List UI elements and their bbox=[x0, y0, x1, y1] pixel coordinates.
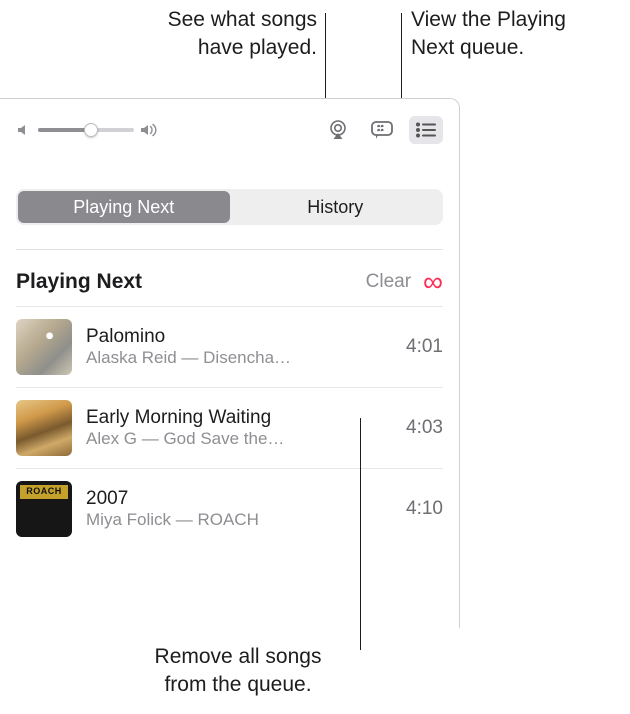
section-header: Playing Next Clear ∞ bbox=[0, 250, 459, 306]
track-duration: 4:10 bbox=[406, 498, 443, 520]
autoplay-infinity-button[interactable]: ∞ bbox=[423, 268, 443, 296]
toolbar bbox=[0, 99, 459, 161]
track-text: 2007Miya Folick — ROACH bbox=[86, 488, 392, 530]
callout-history-text: See what songshave played. bbox=[168, 8, 317, 59]
track-duration: 4:01 bbox=[406, 336, 443, 358]
track-subtitle: Alaska Reid — Disencha… bbox=[86, 348, 392, 368]
track-subtitle: Alex G — God Save the… bbox=[86, 429, 392, 449]
album-art bbox=[16, 481, 72, 537]
volume-high-icon bbox=[140, 122, 160, 138]
infinity-icon: ∞ bbox=[423, 266, 443, 297]
airplay-button[interactable] bbox=[321, 116, 355, 144]
callout-queue-button: View the PlayingNext queue. bbox=[411, 6, 621, 63]
volume-low-icon bbox=[16, 122, 32, 138]
track-row[interactable]: Early Morning WaitingAlex G — God Save t… bbox=[16, 387, 443, 468]
track-title: 2007 bbox=[86, 488, 392, 510]
airplay-icon bbox=[327, 120, 349, 140]
track-subtitle: Miya Folick — ROACH bbox=[86, 510, 392, 530]
clear-button[interactable]: Clear bbox=[366, 271, 411, 293]
tab-history-label: History bbox=[307, 197, 363, 218]
track-list: PalominoAlaska Reid — Disencha… 4:01 Early… bbox=[0, 306, 459, 549]
callout-clear: Remove all songsfrom the queue. bbox=[118, 643, 358, 700]
callout-clear-text: Remove all songsfrom the queue. bbox=[155, 645, 322, 696]
track-text: PalominoAlaska Reid — Disencha… bbox=[86, 326, 392, 368]
track-title: Early Morning Waiting bbox=[86, 407, 392, 429]
volume-thumb[interactable] bbox=[84, 123, 98, 137]
clear-label: Clear bbox=[366, 271, 411, 292]
tab-segmented-control: Playing Next History bbox=[16, 189, 443, 225]
volume-control[interactable] bbox=[16, 122, 160, 138]
queue-button[interactable] bbox=[409, 116, 443, 144]
album-art bbox=[16, 400, 72, 456]
queue-panel: Playing Next History Playing Next Clear … bbox=[0, 98, 460, 628]
track-row[interactable]: PalominoAlaska Reid — Disencha… 4:01 bbox=[16, 306, 443, 387]
lyrics-button[interactable] bbox=[365, 116, 399, 144]
track-title: Palomino bbox=[86, 326, 392, 348]
track-text: Early Morning WaitingAlex G — God Save t… bbox=[86, 407, 392, 449]
queue-icon bbox=[415, 122, 437, 138]
tab-playing-next-label: Playing Next bbox=[73, 197, 174, 218]
volume-slider[interactable] bbox=[38, 128, 134, 132]
callout-queue-text: View the PlayingNext queue. bbox=[411, 8, 566, 59]
section-title: Playing Next bbox=[16, 270, 366, 294]
track-row[interactable]: 2007Miya Folick — ROACH 4:10 bbox=[16, 468, 443, 549]
callout-history: See what songshave played. bbox=[97, 6, 317, 63]
album-art bbox=[16, 319, 72, 375]
track-duration: 4:03 bbox=[406, 417, 443, 439]
tab-playing-next[interactable]: Playing Next bbox=[18, 191, 230, 223]
leader-clear bbox=[360, 418, 361, 650]
tab-history[interactable]: History bbox=[230, 191, 442, 223]
lyrics-icon bbox=[370, 120, 394, 140]
